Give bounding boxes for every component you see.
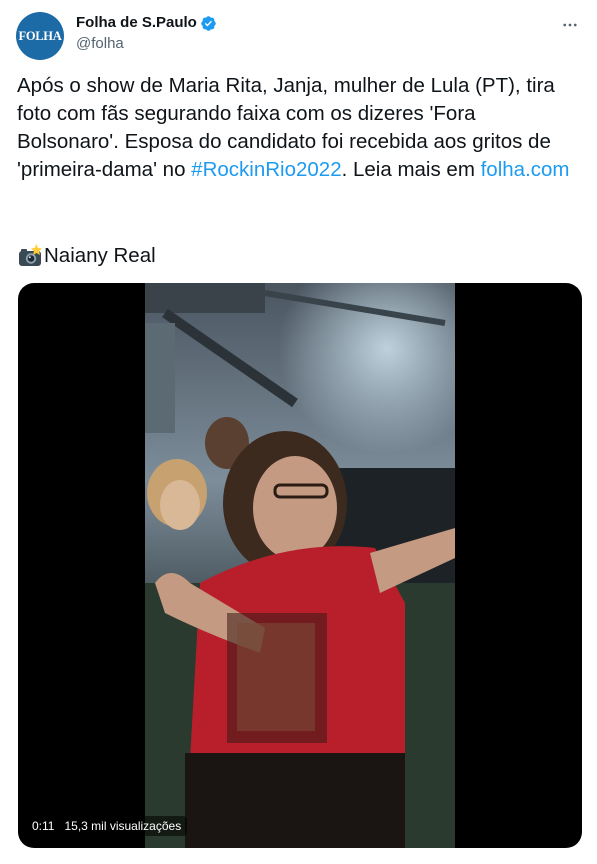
- user-handle[interactable]: @folha: [76, 34, 217, 54]
- tweet-text-tail: . Leia mais em: [341, 158, 481, 181]
- video-view-count: 15,3 mil visualizações: [64, 819, 182, 833]
- article-link[interactable]: folha.com: [481, 158, 570, 181]
- video-thumbnail: [145, 283, 455, 848]
- hashtag-link[interactable]: #RockinRio2022: [191, 158, 341, 181]
- more-options-icon[interactable]: [559, 14, 581, 36]
- video-player[interactable]: 0:11 15,3 mil visualizações: [18, 283, 582, 848]
- credit-name: Naiany Real: [44, 244, 156, 267]
- avatar[interactable]: FOLHA: [16, 12, 64, 60]
- tweet-card: FOLHA Folha de S.Paulo @folha Após o sho…: [0, 0, 597, 864]
- author-name-row: Folha de S.Paulo: [76, 13, 217, 33]
- verified-badge-icon: [201, 15, 216, 31]
- video-elapsed-time: 0:11: [32, 819, 55, 833]
- camera-flash-icon: [19, 244, 42, 266]
- author-info: Folha de S.Paulo @folha: [76, 13, 217, 54]
- tweet-text: Após o show de Maria Rita, Janja, mulher…: [17, 72, 582, 184]
- avatar-logo-text: FOLHA: [18, 28, 62, 43]
- display-name[interactable]: Folha de S.Paulo: [76, 13, 197, 33]
- video-stats-overlay: 0:11 15,3 mil visualizações: [26, 816, 188, 836]
- photo-credit: Naiany Real: [17, 242, 156, 270]
